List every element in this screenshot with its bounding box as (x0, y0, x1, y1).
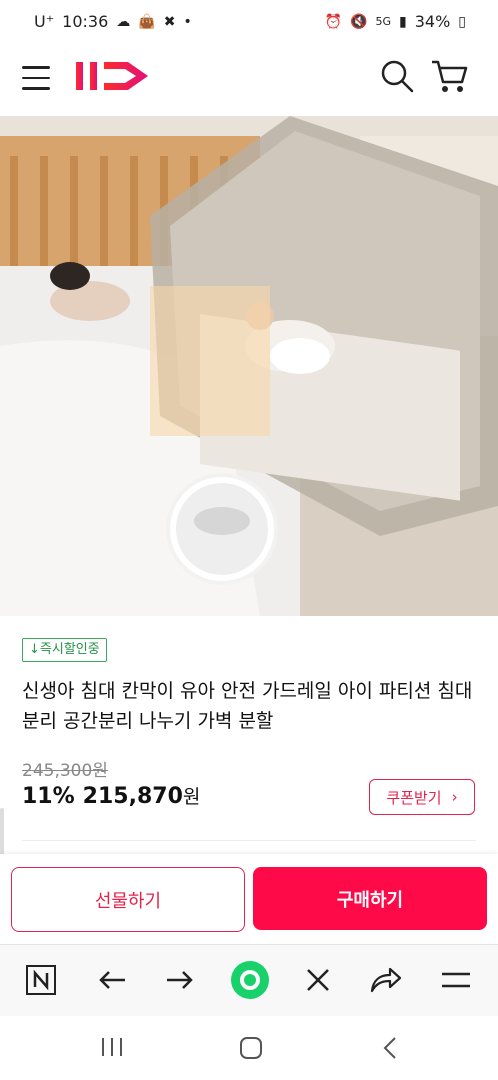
carrier-label: U⁺ (34, 12, 55, 31)
original-price: 245,300원 (22, 761, 108, 781)
share-icon[interactable] (368, 962, 404, 998)
instant-discount-badge: ↓즉시할인중 (22, 638, 107, 662)
recent-apps-icon[interactable] (100, 1036, 124, 1062)
price-row: 11% 215,870원 (22, 782, 200, 809)
shopping-bag-icon: 👜 (138, 13, 156, 30)
divider (22, 840, 476, 841)
forward-arrow-icon[interactable] (162, 962, 198, 998)
naver-home-icon[interactable] (23, 962, 59, 998)
missed-call-icon: ✖ (163, 13, 176, 30)
battery-icon: ▯ (458, 13, 466, 30)
alarm-icon: ⏰ (324, 13, 343, 30)
coupon-button[interactable]: 쿠폰받기 › (369, 779, 475, 815)
cloud-icon: ☁ (116, 13, 131, 30)
back-arrow-icon[interactable] (94, 962, 130, 998)
chevron-right-icon: › (451, 788, 458, 806)
discount-rate: 11% (22, 784, 75, 809)
app-header (0, 46, 498, 112)
sale-price: 215,870 (82, 784, 183, 809)
cart-icon[interactable] (430, 58, 468, 94)
mute-icon: 🔇 (350, 13, 368, 30)
battery-label: 34% (414, 12, 451, 31)
search-icon[interactable] (380, 59, 414, 93)
signal-icon: ▮ (399, 13, 407, 30)
status-bar: U⁺ 10:36 ☁ 👜 ✖ • ⏰ 🔇 5G ▮ 34% ▯ (0, 0, 498, 46)
clock: 10:36 (62, 12, 109, 31)
menu-lines-icon[interactable] (438, 962, 474, 998)
menu-icon[interactable] (22, 66, 50, 90)
product-title: 신생아 침대 칸막이 유아 안전 가드레일 아이 파티션 침대분리 공간분리 나… (22, 680, 473, 732)
network-label: 5G (375, 15, 391, 28)
product-image (0, 116, 498, 616)
browser-toolbar (0, 944, 498, 1017)
system-navigation-bar (0, 1016, 498, 1080)
currency-label: 원 (182, 786, 201, 808)
dot-icon: • (183, 13, 192, 30)
close-icon[interactable] (300, 962, 336, 998)
gift-button[interactable]: 선물하기 (11, 867, 245, 932)
green-dot-icon[interactable] (230, 960, 270, 1000)
buy-button[interactable]: 구매하기 (253, 867, 487, 930)
purchase-bar: 선물하기 구매하기 (0, 854, 498, 944)
home-icon[interactable] (239, 1036, 263, 1064)
coupon-button-label: 쿠폰받기 (386, 788, 442, 807)
brand-logo[interactable] (72, 56, 154, 96)
back-icon[interactable] (382, 1036, 398, 1064)
